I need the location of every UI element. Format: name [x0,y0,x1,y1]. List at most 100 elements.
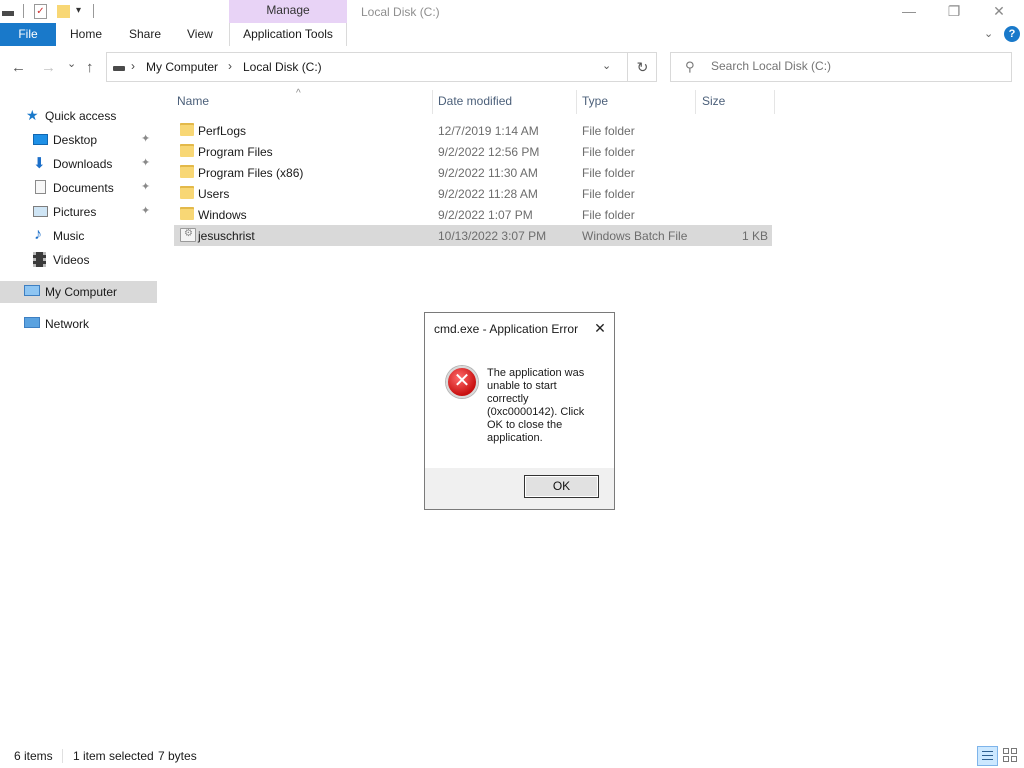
chevron-down-icon[interactable]: ⌄ [602,59,611,72]
breadcrumb-my-computer[interactable]: My Computer [146,60,218,74]
details-view-line [982,759,993,760]
search-input[interactable] [711,59,1001,73]
details-view-line [982,755,993,756]
pin-icon[interactable]: ✦ [141,156,150,169]
tab-view[interactable]: View [187,23,213,46]
window-title: Local Disk (C:) [361,5,440,19]
back-arrow-icon[interactable]: ← [11,59,26,76]
error-icon: ✕ [446,366,478,398]
maximize-button[interactable]: ❐ [931,0,977,23]
sidebar-item-network[interactable]: Network [0,313,157,335]
sidebar-item-desktop[interactable]: Desktop ✦ [0,129,157,151]
sidebar-item-quick-access[interactable]: ★ Quick access [0,105,157,127]
table-row[interactable]: jesuschrist 10/13/2022 3:07 PM Windows B… [174,225,772,246]
details-view-icon[interactable] [977,746,998,766]
new-folder-icon[interactable] [57,5,70,18]
file-date: 9/2/2022 1:07 PM [438,208,533,222]
qat-customize-icon[interactable]: ▾ [76,5,81,16]
download-arrow-icon: ⬇ [33,155,46,172]
folder-icon [180,207,194,220]
file-type: File folder [582,145,635,159]
batch-file-icon [180,228,196,242]
tab-file[interactable]: File [0,23,56,46]
music-note-icon: ♪ [34,226,42,243]
properties-icon[interactable]: ✓ [34,4,47,19]
document-icon [35,180,46,194]
desktop-icon [33,134,48,145]
table-row[interactable]: Program Files (x86) 9/2/2022 11:30 AM Fi… [174,162,772,183]
breadcrumb-local-disk[interactable]: Local Disk (C:) [243,60,322,74]
address-bar[interactable]: › My Computer › Local Disk (C:) ⌄ ↻ [106,52,657,82]
close-button[interactable]: ✕ [976,0,1022,23]
minimize-button[interactable]: — [886,0,932,23]
table-row[interactable]: Users 9/2/2022 11:28 AM File folder [174,183,772,204]
file-type: File folder [582,166,635,180]
sidebar-item-downloads[interactable]: ⬇ Downloads ✦ [0,153,157,175]
pin-icon[interactable]: ✦ [141,204,150,217]
qat-divider [93,4,94,18]
sidebar-item-documents[interactable]: Documents ✦ [0,177,157,199]
manage-contextual-tab[interactable]: Manage [229,0,347,23]
ok-button[interactable]: OK [524,475,599,498]
pin-icon[interactable]: ✦ [141,132,150,145]
film-strip-icon [33,252,46,267]
dialog-title: cmd.exe - Application Error [434,322,579,336]
table-row[interactable]: PerfLogs 12/7/2019 1:14 AM File folder [174,120,772,141]
search-box[interactable]: ⚲ [670,52,1012,82]
column-header-date-modified[interactable]: Date modified [438,94,512,108]
help-icon[interactable]: ? [1004,26,1020,42]
column-header-type[interactable]: Type [582,94,608,108]
qat-divider [23,4,24,18]
sidebar-item-videos[interactable]: Videos [0,249,157,271]
sidebar-item-label: Desktop [53,133,98,147]
file-type: File folder [582,187,635,201]
sidebar-item-my-computer[interactable]: My Computer [0,281,157,303]
folder-icon [180,186,194,199]
dialog-close-icon[interactable]: ✕ [589,317,611,339]
tile-square [1011,756,1017,762]
sidebar-item-music[interactable]: ♪ Music [0,225,157,247]
file-name: jesuschrist [198,229,255,243]
tab-application-tools[interactable]: Application Tools [229,23,347,46]
file-size: 1 KB [741,229,768,243]
dialog-message: The application was unable to start corr… [487,367,585,444]
drive-icon [113,66,125,71]
table-row[interactable]: Program Files 9/2/2022 12:56 PM File fol… [174,141,772,162]
column-divider[interactable] [432,90,433,114]
mouse-cursor [1018,105,1024,121]
title-bar: ✓ ▾ Manage Local Disk (C:) — ❐ ✕ [0,0,1024,23]
file-type: File folder [582,124,635,138]
column-divider[interactable] [774,90,775,114]
file-type: Windows Batch File [582,229,688,243]
column-header-name[interactable]: Name [177,94,209,108]
sidebar-item-label: Videos [53,253,90,267]
file-date: 12/7/2019 1:14 AM [438,124,539,138]
status-selection: 1 item selected [73,749,154,763]
sidebar-item-pictures[interactable]: Pictures ✦ [0,201,157,223]
star-icon: ★ [26,107,39,123]
recent-locations-icon[interactable]: ⌄ [67,57,76,70]
pin-icon[interactable]: ✦ [141,180,150,193]
tab-share[interactable]: Share [129,23,161,46]
status-selection-size: 7 bytes [158,749,197,763]
folder-icon [180,123,194,136]
table-row[interactable]: Windows 9/2/2022 1:07 PM File folder [174,204,772,225]
computer-icon [24,285,40,296]
column-header-size[interactable]: Size [702,94,725,108]
large-icons-view-icon[interactable] [1002,747,1020,765]
forward-arrow-icon[interactable]: → [41,59,56,76]
column-divider[interactable] [695,90,696,114]
refresh-icon[interactable]: ↻ [627,53,657,81]
status-item-count: 6 items [14,749,53,763]
up-arrow-icon[interactable]: ↑ [86,59,94,76]
status-divider [62,749,63,763]
file-name: Program Files (x86) [198,166,304,180]
column-divider[interactable] [576,90,577,114]
details-view-line [982,751,993,752]
pictures-icon [33,206,48,217]
expand-ribbon-icon[interactable]: ⌄ [984,27,993,40]
breadcrumb-separator[interactable]: › [228,59,232,73]
breadcrumb-separator[interactable]: › [131,59,135,73]
file-date: 10/13/2022 3:07 PM [438,229,547,243]
tab-home[interactable]: Home [70,23,102,46]
